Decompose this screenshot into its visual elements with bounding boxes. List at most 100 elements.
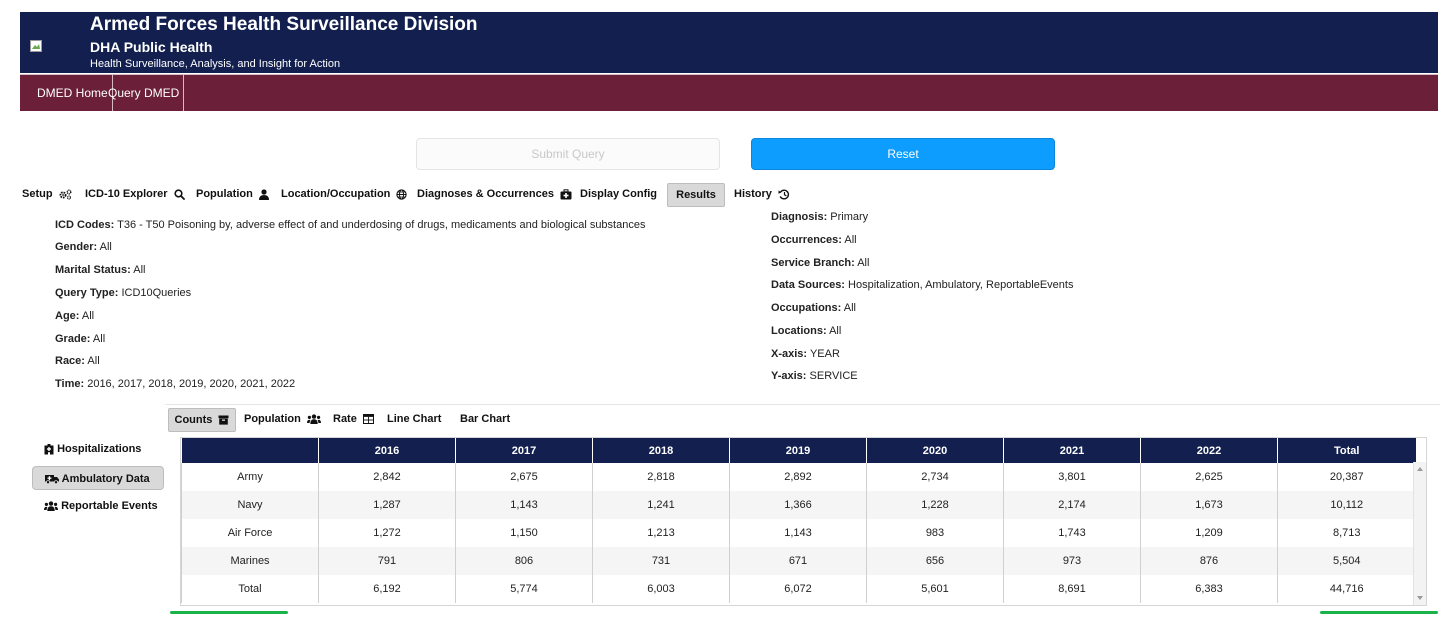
table-cell: 1,287 — [318, 491, 456, 519]
summary-x-axis: X-axis: YEAR — [771, 348, 840, 360]
table-icon — [362, 414, 374, 425]
column-header[interactable]: 2016 — [318, 438, 456, 463]
table-cell: 1,213 — [592, 519, 730, 547]
summary-query-type: Query Type: ICD10Queries — [55, 287, 192, 299]
column-header[interactable]: 2020 — [866, 438, 1004, 463]
scroll-down-arrow-icon[interactable] — [1417, 596, 1423, 600]
table-cell: 1,272 — [318, 519, 456, 547]
subtab-population-label: Population — [244, 413, 301, 425]
tab-population[interactable]: Population — [196, 183, 269, 207]
globe-icon — [396, 188, 408, 200]
summary-occurrences: Occurrences: All — [771, 234, 857, 246]
table-cell: 5,774 — [455, 575, 593, 603]
tab-diagnoses-occurrences-label: Diagnoses & Occurrences — [417, 188, 554, 200]
tab-icd10-explorer[interactable]: ICD-10 Explorer — [85, 183, 185, 207]
table-scrollbar[interactable] — [1413, 462, 1426, 605]
column-header[interactable]: 2017 — [455, 438, 593, 463]
tab-diagnoses-occurrences[interactable]: Diagnoses & Occurrences — [417, 183, 572, 207]
summary-occupations: Occupations: All — [771, 302, 856, 314]
tab-setup-label: Setup — [22, 188, 53, 200]
submit-query-button[interactable]: Submit Query — [416, 138, 720, 170]
results-table: 2016 2017 2018 2019 2020 2021 2022 Total… — [181, 438, 1416, 603]
scroll-up-arrow-icon[interactable] — [1417, 467, 1423, 471]
history-icon — [778, 189, 790, 200]
nav-dmed-home[interactable]: DMED Home — [33, 75, 113, 111]
sidenav-hospitalizations[interactable]: Hospitalizations — [44, 437, 141, 461]
table-cell: 2,818 — [592, 463, 730, 491]
table-cell: 2,892 — [729, 463, 867, 491]
summary-locations: Locations: All — [771, 325, 842, 337]
reset-button[interactable]: Reset — [751, 138, 1055, 170]
column-header[interactable]: 2022 — [1140, 438, 1278, 463]
nav-query-dmed[interactable]: Query DMED — [104, 75, 185, 111]
table-cell: 806 — [455, 547, 593, 575]
tab-setup[interactable]: Setup — [22, 183, 72, 207]
sidenav-reportable-events[interactable]: Reportable Events — [44, 494, 158, 518]
summary-service-branch: Service Branch: All — [771, 257, 870, 269]
subtab-bar-chart[interactable]: Bar Chart — [460, 408, 510, 432]
sidenav-ambulatory-data[interactable]: Ambulatory Data — [32, 466, 164, 490]
table-row: Army 2,842 2,675 2,818 2,892 2,734 3,801… — [181, 463, 1416, 491]
subtab-rate[interactable]: Rate — [333, 408, 374, 432]
tab-location-occupation-label: Location/Occupation — [281, 188, 391, 200]
users-icon — [44, 501, 58, 512]
table-cell: 1,143 — [455, 491, 593, 519]
column-header[interactable]: Total — [1277, 438, 1416, 463]
column-header — [181, 438, 319, 463]
table-cell: 6,383 — [1140, 575, 1278, 603]
site-header: Armed Forces Health Surveillance Divisio… — [20, 12, 1438, 73]
tab-results-label: Results — [676, 189, 716, 201]
subtab-counts[interactable]: Counts — [168, 408, 236, 432]
table-cell: Army — [181, 463, 319, 491]
table-cell: 20,387 — [1277, 463, 1416, 491]
table-cell: 6,072 — [729, 575, 867, 603]
table-cell: 44,716 — [1277, 575, 1416, 603]
tab-location-occupation[interactable]: Location/Occupation — [281, 183, 408, 207]
gears-icon — [59, 189, 72, 200]
hospital-icon — [44, 443, 54, 455]
medkit-icon — [560, 188, 572, 200]
subtab-counts-label: Counts — [174, 414, 213, 426]
table-cell: 1,743 — [1003, 519, 1141, 547]
table-cell: 6,192 — [318, 575, 456, 603]
table-cell: 876 — [1140, 547, 1278, 575]
search-icon — [173, 188, 185, 200]
summary-age: Age: All — [55, 310, 95, 322]
site-tagline: Health Surveillance, Analysis, and Insig… — [90, 58, 341, 70]
summary-grade: Grade: All — [55, 333, 106, 345]
column-header[interactable]: 2018 — [592, 438, 730, 463]
summary-race: Race: All — [55, 355, 100, 367]
subtab-line-chart[interactable]: Line Chart — [387, 408, 441, 432]
table-cell: 2,625 — [1140, 463, 1278, 491]
main-nav: DMED Home Query DMED — [20, 74, 1438, 111]
accent-line — [170, 611, 288, 614]
table-cell: 656 — [866, 547, 1004, 575]
summary-icd-codes: ICD Codes: T36 - T50 Poisoning by, adver… — [55, 219, 646, 231]
table-cell: 10,112 — [1277, 491, 1416, 519]
user-icon — [258, 188, 269, 200]
table-cell: 1,241 — [592, 491, 730, 519]
tab-icd10-explorer-label: ICD-10 Explorer — [85, 188, 168, 200]
subtab-population[interactable]: Population — [244, 408, 321, 432]
tab-display-config[interactable]: Display Config — [580, 183, 657, 207]
table-cell: 5,504 — [1277, 547, 1416, 575]
sidenav-ambulatory-data-label: Ambulatory Data — [61, 473, 150, 485]
tab-history[interactable]: History — [734, 183, 790, 207]
table-cell: Navy — [181, 491, 319, 519]
table-cell: 6,003 — [592, 575, 730, 603]
table-cell: 1,143 — [729, 519, 867, 547]
column-header[interactable]: 2019 — [729, 438, 867, 463]
column-header[interactable]: 2021 — [1003, 438, 1141, 463]
table-row: Air Force 1,272 1,150 1,213 1,143 983 1,… — [181, 519, 1416, 547]
table-cell: Marines — [181, 547, 319, 575]
table-cell: 2,675 — [455, 463, 593, 491]
table-cell: 5,601 — [866, 575, 1004, 603]
sidenav-reportable-events-label: Reportable Events — [61, 500, 158, 512]
table-cell: 2,842 — [318, 463, 456, 491]
archive-icon — [218, 415, 229, 425]
summary-diagnosis: Diagnosis: Primary — [771, 211, 869, 223]
table-cell: 671 — [729, 547, 867, 575]
summary-marital-status: Marital Status: All — [55, 264, 146, 276]
tab-results[interactable]: Results — [667, 183, 725, 207]
table-cell: 3,801 — [1003, 463, 1141, 491]
